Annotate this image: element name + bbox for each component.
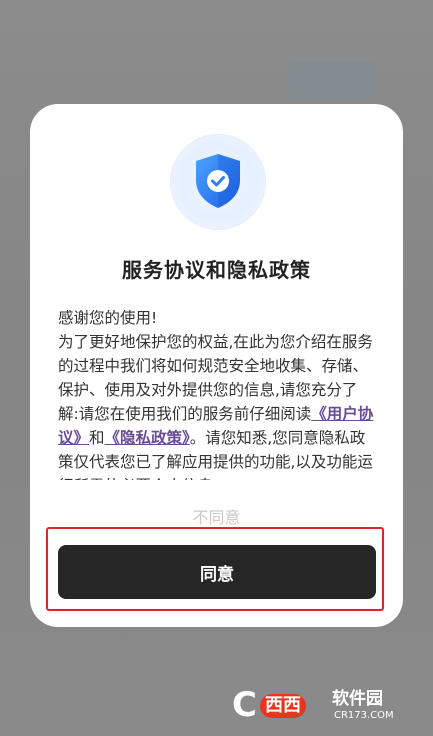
dialog-title: 服务协议和隐私政策 [122,258,311,282]
and-text: 和 [89,429,105,447]
agreement-text: 感谢您的使用! 为了更好地保护您的权益,在此为您介绍在服务的过程中我们将如何规范… [58,306,376,480]
privacy-policy-link[interactable]: 《隐私政策》 [105,429,190,447]
agree-label: 同意 [200,564,234,585]
shield-badge [170,134,266,230]
background-element [288,62,376,98]
privacy-dialog: 服务协议和隐私政策 感谢您的使用! 为了更好地保护您的权益,在此为您介绍在服务的… [30,104,403,627]
agree-button[interactable]: 同意 [58,545,376,599]
shield-check-icon [196,154,240,208]
body-paragraph: 为了更好地保护您的权益,在此为您介绍在服务的过程中我们将如何规范安全地收集、存储… [58,330,376,480]
intro-line: 感谢您的使用! [58,309,158,327]
disagree-button[interactable]: 不同意 [30,504,403,528]
